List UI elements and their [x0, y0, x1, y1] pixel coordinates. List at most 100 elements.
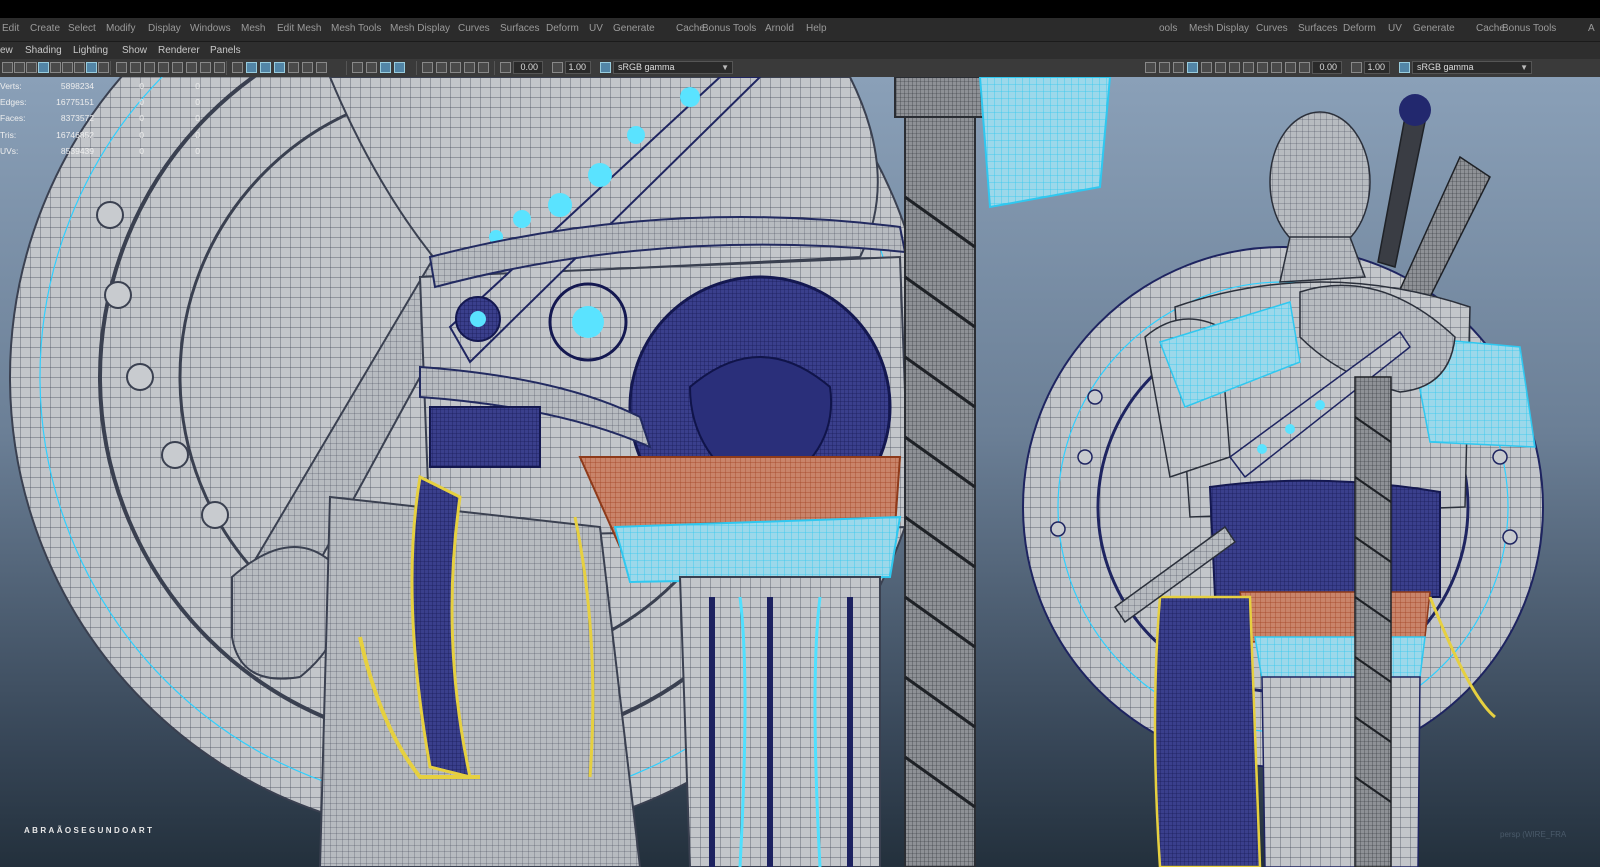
toolbar-tool-icon[interactable] — [130, 62, 141, 73]
menu-generate[interactable]: Generate — [613, 23, 655, 34]
toolbar-tool-icon[interactable] — [144, 62, 155, 73]
toolbar-tool-icon[interactable] — [500, 62, 511, 73]
menu-windows[interactable]: Windows — [190, 23, 231, 34]
menu-display[interactable]: Display — [148, 23, 181, 34]
toolbar-tool-icon[interactable] — [1399, 62, 1410, 73]
character-staff — [1354, 376, 1392, 867]
toolbar-tool-icon[interactable] — [246, 62, 257, 73]
viewport-3d[interactable]: Verts: 5898234 0 0 Edges: 16775151 0 0 Faces: 837… — [0, 77, 1600, 867]
menu-select[interactable]: Select — [68, 23, 96, 34]
toolbar-tool-icon[interactable] — [260, 62, 271, 73]
menu-bonus-tools[interactable]: Bonus Tools — [702, 23, 756, 34]
menu-mesh-display[interactable]: Mesh Display — [390, 23, 450, 34]
toolbar-tool-icon[interactable] — [1299, 62, 1310, 73]
toolbar-tool-icon[interactable] — [1257, 62, 1268, 73]
toolbar-tool-icon[interactable] — [86, 62, 97, 73]
toolbar-tool-icon[interactable] — [50, 62, 61, 73]
menu-right-ools[interactable]: ools — [1159, 23, 1177, 34]
toolbar-tool-icon[interactable] — [274, 62, 285, 73]
toolbar-tool-icon[interactable] — [1229, 62, 1240, 73]
gamma-field-right[interactable]: 1.00 — [1364, 61, 1390, 74]
toolbar-tool-icon[interactable] — [1187, 62, 1198, 73]
hud-label: Verts: — [0, 81, 22, 91]
menu-right-surfaces[interactable]: Surfaces — [1298, 23, 1337, 34]
hud-v1: 16775151 — [56, 97, 94, 108]
hud-v1: 8539439 — [60, 145, 94, 156]
menu-help[interactable]: Help — [806, 23, 827, 34]
menu-edit-mesh[interactable]: Edit Mesh — [277, 23, 321, 34]
toolbar-tool-icon[interactable] — [552, 62, 563, 73]
menu-right-mesh-display[interactable]: Mesh Display — [1189, 23, 1249, 34]
exposure-field[interactable]: 0.00 — [513, 61, 543, 74]
menu-mesh[interactable]: Mesh — [241, 23, 265, 34]
menu-arnold[interactable]: Arnold — [765, 23, 794, 34]
toolbar-tool-icon[interactable] — [116, 62, 127, 73]
toolbar-tool-icon[interactable] — [186, 62, 197, 73]
toolbar-tool-icon[interactable] — [316, 62, 327, 73]
toolbar-tool-icon[interactable] — [62, 62, 73, 73]
toolbar-tool-icon[interactable] — [1173, 62, 1184, 73]
menu-right-a[interactable]: A — [1588, 23, 1595, 34]
menu-right-cache[interactable]: Cache — [1476, 23, 1505, 34]
menu-right-bonus-tools[interactable]: Bonus Tools — [1502, 23, 1556, 34]
toolbar-tool-icon[interactable] — [1145, 62, 1156, 73]
toolbar-tool-icon[interactable] — [450, 62, 461, 73]
hud-v2: 0 — [139, 113, 144, 124]
exposure-field-right[interactable]: 0.00 — [1312, 61, 1342, 74]
toolbar-tool-icon[interactable] — [1271, 62, 1282, 73]
color-space-dropdown[interactable]: sRGB gamma ▼ — [613, 61, 733, 74]
toolbar-tool-icon[interactable] — [1159, 62, 1170, 73]
toolbar-tool-icon[interactable] — [74, 62, 85, 73]
toolbar-tool-icon[interactable] — [1243, 62, 1254, 73]
toolbar-tool-icon[interactable] — [1215, 62, 1226, 73]
menu-create[interactable]: Create — [30, 23, 60, 34]
toolbar-tool-icon[interactable] — [1201, 62, 1212, 73]
toolbar-tool-icon[interactable] — [26, 62, 37, 73]
panel-menu-panels[interactable]: Panels — [210, 45, 241, 56]
panel-menu-lighting[interactable]: Lighting — [73, 45, 108, 56]
menu-deform[interactable]: Deform — [546, 23, 579, 34]
toolbar-tool-icon[interactable] — [394, 62, 405, 73]
menu-mesh-tools[interactable]: Mesh Tools — [331, 23, 381, 34]
toolbar-tool-icon[interactable] — [464, 62, 475, 73]
gamma-field[interactable]: 1.00 — [565, 61, 591, 74]
menu-edit[interactable]: Edit — [2, 23, 19, 34]
toolbar-tool-icon[interactable] — [200, 62, 211, 73]
menu-right-generate[interactable]: Generate — [1413, 23, 1455, 34]
color-space-dropdown-right[interactable]: sRGB gamma ▼ — [1412, 61, 1532, 74]
hud-v1: 5898234 — [60, 81, 94, 91]
hud-v3: 0 — [195, 145, 200, 156]
menu-cache[interactable]: Cache — [676, 23, 705, 34]
toolbar-tool-icon[interactable] — [302, 62, 313, 73]
toolbar-tool-icon[interactable] — [380, 62, 391, 73]
menu-right-uv[interactable]: UV — [1388, 23, 1402, 34]
toolbar-tool-icon[interactable] — [158, 62, 169, 73]
toolbar-tool-icon[interactable] — [1351, 62, 1362, 73]
toolbar-tool-icon[interactable] — [288, 62, 299, 73]
panel-menu-show[interactable]: Show — [122, 45, 147, 56]
panel-menu-ew[interactable]: ew — [0, 45, 13, 56]
menu-surfaces[interactable]: Surfaces — [500, 23, 539, 34]
menu-uv[interactable]: UV — [589, 23, 603, 34]
toolbar-tool-icon[interactable] — [422, 62, 433, 73]
main-menu-bar: Edit Create Select Modify Display Windows Mesh… — [0, 18, 1600, 42]
toolbar-tool-icon[interactable] — [436, 62, 447, 73]
menu-right-deform[interactable]: Deform — [1343, 23, 1376, 34]
toolbar-tool-icon[interactable] — [478, 62, 489, 73]
toolbar-tool-icon[interactable] — [1285, 62, 1296, 73]
toolbar-tool-icon[interactable] — [214, 62, 225, 73]
toolbar-tool-icon[interactable] — [366, 62, 377, 73]
toolbar-tool-icon[interactable] — [38, 62, 49, 73]
toolbar-tool-icon[interactable] — [352, 62, 363, 73]
toolbar-tool-icon[interactable] — [600, 62, 611, 73]
menu-right-curves[interactable]: Curves — [1256, 23, 1288, 34]
menu-curves[interactable]: Curves — [458, 23, 490, 34]
panel-menu-shading[interactable]: Shading — [25, 45, 62, 56]
panel-menu-renderer[interactable]: Renderer — [158, 45, 200, 56]
toolbar-tool-icon[interactable] — [172, 62, 183, 73]
toolbar-tool-icon[interactable] — [14, 62, 25, 73]
toolbar-tool-icon[interactable] — [98, 62, 109, 73]
toolbar-tool-icon[interactable] — [2, 62, 13, 73]
toolbar-tool-icon[interactable] — [232, 62, 243, 73]
menu-modify[interactable]: Modify — [106, 23, 135, 34]
